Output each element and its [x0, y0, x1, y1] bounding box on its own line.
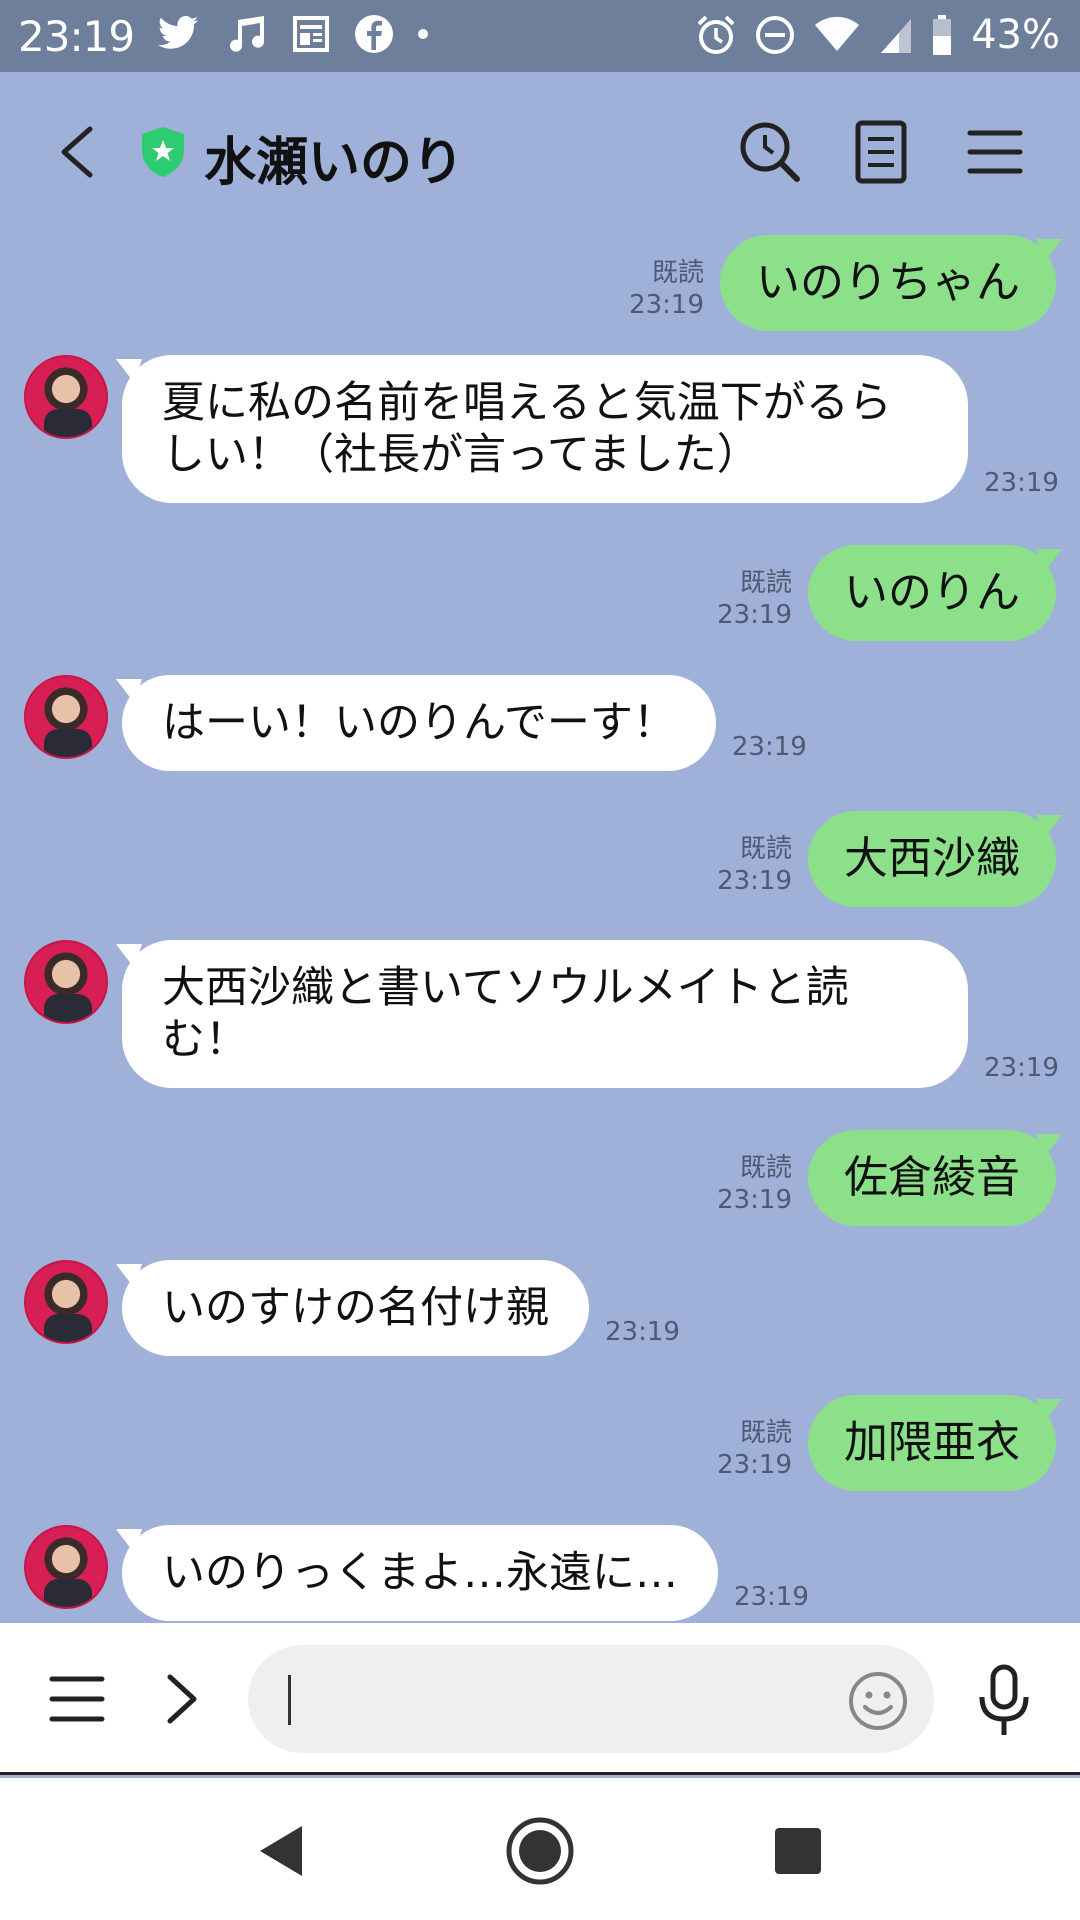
- message-time: 23:19: [605, 1317, 680, 1347]
- message-time: 23:19: [734, 1582, 809, 1612]
- read-receipt: 既読: [739, 834, 792, 864]
- official-shield-icon: [142, 127, 184, 177]
- search-icon[interactable]: [735, 117, 805, 187]
- message-meta: 既読 23:19: [629, 257, 704, 321]
- avatar[interactable]: [24, 1260, 108, 1344]
- twitter-icon: [158, 16, 198, 49]
- message-incoming: 大西沙織と書いてソウルメイトと読む！ 23:19: [24, 940, 1059, 1088]
- notification-icons: [156, 14, 428, 54]
- battery-percent: 43%: [971, 12, 1060, 58]
- music-note-icon: [230, 16, 264, 52]
- message-time: 23:19: [629, 290, 704, 320]
- message-time: 23:19: [984, 468, 1059, 498]
- signal-icon: [881, 19, 912, 53]
- battery-icon: [933, 15, 952, 55]
- message-bubble[interactable]: 加隈亜衣: [808, 1395, 1056, 1491]
- message-outgoing: 既読 23:19 いのりん: [717, 545, 1056, 641]
- avatar[interactable]: [24, 675, 108, 759]
- text-caret: [288, 1675, 291, 1725]
- message-bubble[interactable]: 夏に私の名前を唱えると気温下がるらしい！（社長が言ってました）: [122, 355, 968, 503]
- news-icon: [293, 16, 329, 52]
- message-incoming: はーい！いのりんでーす！ 23:19: [24, 675, 807, 771]
- read-receipt: 既読: [739, 1153, 792, 1183]
- menu-icon[interactable]: [960, 117, 1030, 187]
- message-bubble[interactable]: いのりっくまよ…永遠に…: [122, 1525, 718, 1621]
- message-bubble[interactable]: いのりちゃん: [720, 235, 1056, 331]
- message-meta: 既読 23:19: [717, 1417, 792, 1481]
- status-time: 23:19: [18, 12, 135, 61]
- message-outgoing: 既読 23:19 加隈亜衣: [717, 1395, 1056, 1491]
- message-outgoing: 既読 23:19 佐倉綾音: [717, 1130, 1056, 1226]
- message-bubble[interactable]: 大西沙織と書いてソウルメイトと読む！: [122, 940, 968, 1088]
- message-input-bar: [0, 1623, 1080, 1775]
- read-receipt: 既読: [739, 1418, 792, 1448]
- back-triangle-icon[interactable]: [246, 1816, 316, 1886]
- message-bubble[interactable]: はーい！いのりんでーす！: [122, 675, 716, 771]
- chevron-right-icon[interactable]: [160, 1671, 204, 1727]
- message-bubble[interactable]: いのりん: [808, 545, 1056, 641]
- read-receipt: 既読: [651, 258, 704, 288]
- message-input[interactable]: [248, 1645, 934, 1753]
- status-bar: 23:19 43%: [0, 0, 1080, 72]
- facebook-icon: [355, 15, 393, 53]
- alarm-icon: [697, 15, 735, 54]
- home-circle-icon[interactable]: [505, 1816, 575, 1886]
- message-bubble[interactable]: いのすけの名付け親: [122, 1260, 589, 1356]
- message-time: 23:19: [984, 1053, 1059, 1083]
- system-nav-bar: [0, 1778, 1080, 1920]
- message-bubble[interactable]: 佐倉綾音: [808, 1130, 1056, 1226]
- avatar[interactable]: [24, 1525, 108, 1609]
- wifi-icon: [815, 16, 860, 51]
- menu-icon[interactable]: [48, 1673, 106, 1725]
- system-icons: 43%: [695, 12, 1060, 58]
- avatar[interactable]: [24, 940, 108, 1024]
- read-receipt: 既読: [739, 568, 792, 598]
- message-time: 23:19: [717, 600, 792, 630]
- avatar[interactable]: [24, 355, 108, 439]
- emoji-icon[interactable]: [848, 1671, 908, 1731]
- message-incoming: いのりっくまよ…永遠に… 23:19: [24, 1525, 809, 1621]
- message-bubble[interactable]: 大西沙織: [808, 811, 1056, 907]
- message-meta: 既読 23:19: [717, 567, 792, 631]
- message-time: 23:19: [731, 732, 807, 762]
- recents-square-icon[interactable]: [763, 1816, 833, 1886]
- dot-icon: [418, 29, 428, 39]
- do-not-disturb-icon: [756, 16, 795, 54]
- chat-title[interactable]: 水瀬いのり: [204, 120, 464, 195]
- message-incoming: いのすけの名付け親 23:19: [24, 1260, 680, 1356]
- message-time: 23:19: [717, 866, 792, 896]
- message-meta: 既読 23:19: [717, 833, 792, 897]
- message-outgoing: 既読 23:19 いのりちゃん: [629, 235, 1056, 331]
- microphone-icon[interactable]: [976, 1663, 1032, 1739]
- message-incoming: 夏に私の名前を唱えると気温下がるらしい！（社長が言ってました） 23:19: [24, 355, 1059, 503]
- message-outgoing: 既読 23:19 大西沙織: [717, 811, 1056, 907]
- message-time: 23:19: [717, 1450, 792, 1480]
- chat-header: 水瀬いのり: [0, 72, 1080, 240]
- message-meta: 既読 23:19: [717, 1152, 792, 1216]
- message-time: 23:19: [717, 1185, 792, 1215]
- back-icon[interactable]: [50, 117, 110, 187]
- notes-icon[interactable]: [846, 117, 916, 187]
- message-list[interactable]: 既読 23:19 いのりちゃん 夏に私の名前を唱えると気温下がるらしい！（社長が…: [0, 225, 1080, 1623]
